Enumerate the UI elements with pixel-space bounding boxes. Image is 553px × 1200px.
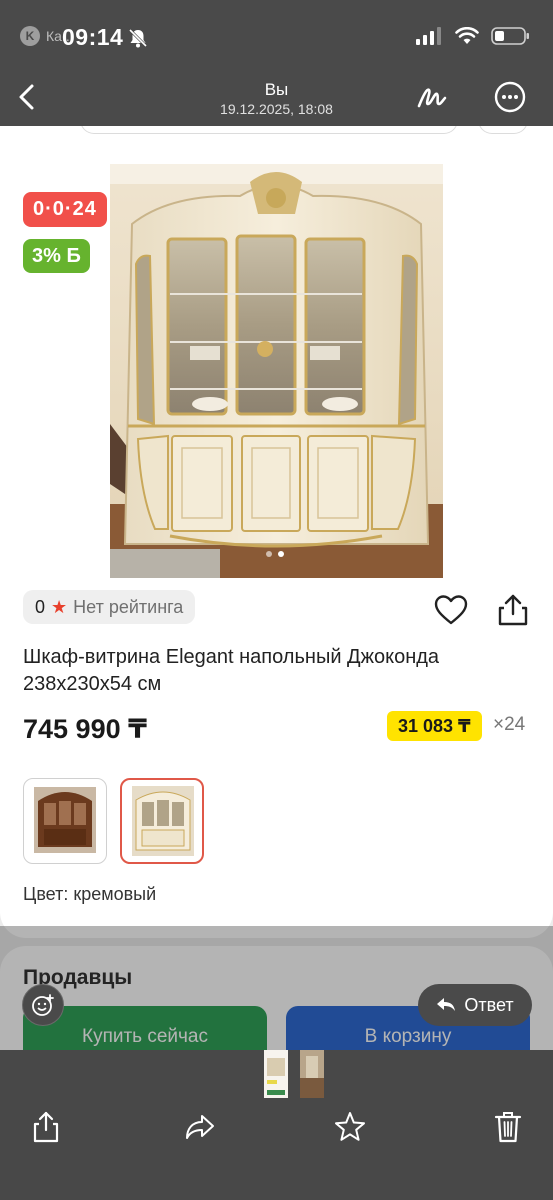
- kaspi-icon: K: [20, 26, 40, 46]
- forward-icon[interactable]: [184, 1110, 216, 1144]
- signal-icon: [416, 27, 441, 45]
- battery-icon: [491, 27, 529, 45]
- product-photo[interactable]: [110, 164, 443, 578]
- reaction-button[interactable]: [22, 984, 64, 1026]
- mini-thumbnail: [264, 1050, 288, 1098]
- more-icon[interactable]: [494, 81, 526, 113]
- reply-arrow-icon: [437, 998, 456, 1011]
- star-icon: ★: [51, 596, 68, 617]
- previous-card-edge: [80, 126, 458, 134]
- pagination-dot: [266, 551, 272, 557]
- rating-count: 0: [35, 596, 46, 617]
- product-title: Шкаф-витрина Elegant напольный Джоконда …: [23, 646, 440, 695]
- gallery-thumb-current[interactable]: [264, 1050, 288, 1098]
- thumbnail-image: [34, 787, 96, 853]
- thumbnail-image: [132, 786, 194, 856]
- message-timestamp: 19.12.2025, 18:08: [220, 101, 333, 117]
- rating-pill[interactable]: 0 ★ Нет рейтинга: [23, 590, 196, 624]
- heart-icon[interactable]: [434, 595, 468, 625]
- trash-icon[interactable]: [492, 1110, 524, 1144]
- photo-pagination: [266, 551, 284, 557]
- share-out-icon[interactable]: [30, 1110, 62, 1144]
- color-option-cream[interactable]: [120, 778, 204, 864]
- product-price: 745 990 ₸: [23, 714, 147, 744]
- bonus-badge: 3% Б: [23, 239, 90, 273]
- bell-off-icon: [128, 28, 148, 48]
- nav-bar: Вы 19.12.2025, 18:08: [0, 70, 553, 126]
- reply-button[interactable]: Ответ: [418, 984, 532, 1026]
- page-title: Вы: [264, 80, 289, 99]
- bottom-toolbar: [0, 1050, 553, 1200]
- draw-icon[interactable]: [415, 82, 449, 112]
- mini-thumbnail: [300, 1050, 324, 1098]
- previous-card-edge-right: [478, 126, 528, 134]
- rating-text: Нет рейтинга: [73, 596, 184, 617]
- color-label: Цвет: кремовый: [23, 884, 157, 904]
- share-icon[interactable]: [496, 593, 530, 627]
- product-card: 0·0·24 3% Б 0 ★ Нет рейтинга Шкаф-витрин…: [0, 126, 553, 938]
- status-bar: K Ка... 09:14: [0, 0, 553, 70]
- monthly-payment: 31 083 ₸: [387, 711, 482, 741]
- screenshot-content: 0·0·24 3% Б 0 ★ Нет рейтинга Шкаф-витрин…: [0, 126, 553, 1050]
- star-icon[interactable]: [334, 1110, 366, 1144]
- status-time: 09:14: [62, 24, 124, 50]
- smile-icon: [32, 994, 54, 1016]
- pagination-dot-active: [278, 551, 284, 557]
- color-option-brown[interactable]: [23, 778, 107, 864]
- installment-months: ×24: [493, 714, 526, 735]
- gallery-thumb-next[interactable]: [300, 1050, 324, 1098]
- reply-label: Ответ: [464, 994, 514, 1015]
- screen: K Ка... 09:14 Вы 19.12.2025, 18:08 0·0·2…: [0, 0, 553, 1200]
- status-right: [415, 26, 531, 46]
- installment-badge: 0·0·24: [23, 192, 107, 227]
- wifi-icon: [455, 27, 479, 44]
